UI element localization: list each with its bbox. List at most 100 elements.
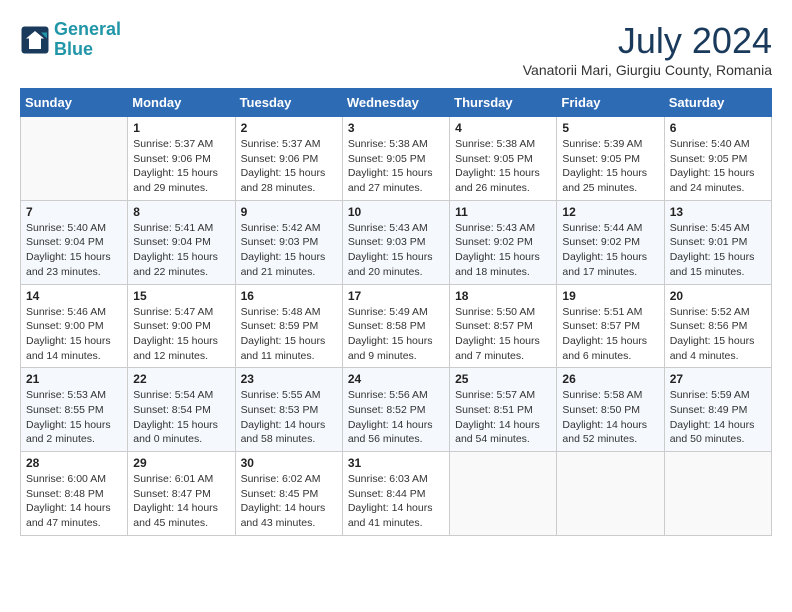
day-number: 4 [455,121,551,135]
day-number: 2 [241,121,337,135]
weekday-header: Monday [128,89,235,117]
calendar-cell: 14 Sunrise: 5:46 AM Sunset: 9:00 PM Dayli… [21,284,128,368]
day-info: Sunrise: 5:40 AM Sunset: 9:05 PM Dayligh… [670,137,766,196]
day-info: Sunrise: 5:53 AM Sunset: 8:55 PM Dayligh… [26,388,122,447]
calendar-cell: 19 Sunrise: 5:51 AM Sunset: 8:57 PM Dayli… [557,284,664,368]
day-info: Sunrise: 5:47 AM Sunset: 9:00 PM Dayligh… [133,305,229,364]
day-number: 17 [348,289,444,303]
calendar-cell [450,452,557,536]
calendar-header-row: SundayMondayTuesdayWednesdayThursdayFrid… [21,89,772,117]
day-number: 9 [241,205,337,219]
day-info: Sunrise: 5:49 AM Sunset: 8:58 PM Dayligh… [348,305,444,364]
day-info: Sunrise: 5:45 AM Sunset: 9:01 PM Dayligh… [670,221,766,280]
calendar-cell: 31Sunrise: 6:03 AM Sunset: 8:44 PM Dayli… [342,452,449,536]
day-info: Sunrise: 5:37 AM Sunset: 9:06 PM Dayligh… [133,137,229,196]
day-number: 25 [455,372,551,386]
calendar-cell: 18 Sunrise: 5:50 AM Sunset: 8:57 PM Dayli… [450,284,557,368]
day-number: 24 [348,372,444,386]
calendar-cell: 8 Sunrise: 5:41 AM Sunset: 9:04 PM Daylig… [128,200,235,284]
day-number: 22 [133,372,229,386]
weekday-header: Thursday [450,89,557,117]
day-info: Sunrise: 5:38 AM Sunset: 9:05 PM Dayligh… [455,137,551,196]
month-year: July 2024 [523,20,772,62]
calendar-cell: 15 Sunrise: 5:47 AM Sunset: 9:00 PM Dayli… [128,284,235,368]
day-number: 14 [26,289,122,303]
day-number: 21 [26,372,122,386]
calendar-cell: 20Sunrise: 5:52 AM Sunset: 8:56 PM Dayli… [664,284,771,368]
day-info: Sunrise: 5:54 AM Sunset: 8:54 PM Dayligh… [133,388,229,447]
calendar-cell: 22 Sunrise: 5:54 AM Sunset: 8:54 PM Dayli… [128,368,235,452]
day-info: Sunrise: 6:03 AM Sunset: 8:44 PM Dayligh… [348,472,444,531]
logo-text: General Blue [54,20,121,60]
calendar-cell: 9 Sunrise: 5:42 AM Sunset: 9:03 PM Daylig… [235,200,342,284]
day-number: 3 [348,121,444,135]
day-info: Sunrise: 6:00 AM Sunset: 8:48 PM Dayligh… [26,472,122,531]
calendar-cell: 28Sunrise: 6:00 AM Sunset: 8:48 PM Dayli… [21,452,128,536]
day-info: Sunrise: 5:42 AM Sunset: 9:03 PM Dayligh… [241,221,337,280]
calendar-cell: 4 Sunrise: 5:38 AM Sunset: 9:05 PM Daylig… [450,117,557,201]
day-info: Sunrise: 5:59 AM Sunset: 8:49 PM Dayligh… [670,388,766,447]
day-info: Sunrise: 5:41 AM Sunset: 9:04 PM Dayligh… [133,221,229,280]
calendar-week-row: 14 Sunrise: 5:46 AM Sunset: 9:00 PM Dayli… [21,284,772,368]
calendar-cell: 6 Sunrise: 5:40 AM Sunset: 9:05 PM Daylig… [664,117,771,201]
day-info: Sunrise: 6:01 AM Sunset: 8:47 PM Dayligh… [133,472,229,531]
calendar-cell: 26 Sunrise: 5:58 AM Sunset: 8:50 PM Dayli… [557,368,664,452]
calendar-cell: 23Sunrise: 5:55 AM Sunset: 8:53 PM Dayli… [235,368,342,452]
calendar-cell: 3 Sunrise: 5:38 AM Sunset: 9:05 PM Daylig… [342,117,449,201]
calendar-cell: 25 Sunrise: 5:57 AM Sunset: 8:51 PM Dayli… [450,368,557,452]
day-info: Sunrise: 5:58 AM Sunset: 8:50 PM Dayligh… [562,388,658,447]
day-number: 29 [133,456,229,470]
day-info: Sunrise: 5:46 AM Sunset: 9:00 PM Dayligh… [26,305,122,364]
calendar-cell: 29 Sunrise: 6:01 AM Sunset: 8:47 PM Dayli… [128,452,235,536]
day-number: 8 [133,205,229,219]
day-info: Sunrise: 5:56 AM Sunset: 8:52 PM Dayligh… [348,388,444,447]
day-number: 18 [455,289,551,303]
weekday-header: Wednesday [342,89,449,117]
day-info: Sunrise: 5:52 AM Sunset: 8:56 PM Dayligh… [670,305,766,364]
day-number: 19 [562,289,658,303]
day-info: Sunrise: 5:48 AM Sunset: 8:59 PM Dayligh… [241,305,337,364]
day-number: 5 [562,121,658,135]
day-info: Sunrise: 5:51 AM Sunset: 8:57 PM Dayligh… [562,305,658,364]
logo-line1: General [54,19,121,39]
weekday-header: Friday [557,89,664,117]
day-number: 26 [562,372,658,386]
calendar-cell: 12Sunrise: 5:44 AM Sunset: 9:02 PM Dayli… [557,200,664,284]
day-number: 7 [26,205,122,219]
calendar-cell [557,452,664,536]
day-info: Sunrise: 5:43 AM Sunset: 9:03 PM Dayligh… [348,221,444,280]
day-number: 10 [348,205,444,219]
day-info: Sunrise: 5:37 AM Sunset: 9:06 PM Dayligh… [241,137,337,196]
day-info: Sunrise: 5:50 AM Sunset: 8:57 PM Dayligh… [455,305,551,364]
day-info: Sunrise: 5:39 AM Sunset: 9:05 PM Dayligh… [562,137,658,196]
day-info: Sunrise: 5:44 AM Sunset: 9:02 PM Dayligh… [562,221,658,280]
day-number: 6 [670,121,766,135]
day-info: Sunrise: 6:02 AM Sunset: 8:45 PM Dayligh… [241,472,337,531]
day-info: Sunrise: 5:38 AM Sunset: 9:05 PM Dayligh… [348,137,444,196]
day-info: Sunrise: 5:57 AM Sunset: 8:51 PM Dayligh… [455,388,551,447]
calendar-cell: 10 Sunrise: 5:43 AM Sunset: 9:03 PM Dayli… [342,200,449,284]
calendar-cell: 24 Sunrise: 5:56 AM Sunset: 8:52 PM Dayli… [342,368,449,452]
logo-line2: Blue [54,39,93,59]
calendar-cell: 27 Sunrise: 5:59 AM Sunset: 8:49 PM Dayli… [664,368,771,452]
day-number: 11 [455,205,551,219]
calendar-cell [21,117,128,201]
day-number: 27 [670,372,766,386]
day-number: 15 [133,289,229,303]
day-number: 16 [241,289,337,303]
calendar-cell: 11Sunrise: 5:43 AM Sunset: 9:02 PM Dayli… [450,200,557,284]
day-info: Sunrise: 5:40 AM Sunset: 9:04 PM Dayligh… [26,221,122,280]
title-block: July 2024 Vanatorii Mari, Giurgiu County… [523,20,772,78]
calendar-cell: 5 Sunrise: 5:39 AM Sunset: 9:05 PM Daylig… [557,117,664,201]
calendar-table: SundayMondayTuesdayWednesdayThursdayFrid… [20,88,772,536]
calendar-week-row: 7 Sunrise: 5:40 AM Sunset: 9:04 PM Daylig… [21,200,772,284]
weekday-header: Sunday [21,89,128,117]
calendar-cell: 2 Sunrise: 5:37 AM Sunset: 9:06 PM Daylig… [235,117,342,201]
calendar-cell: 21 Sunrise: 5:53 AM Sunset: 8:55 PM Dayli… [21,368,128,452]
calendar-cell: 1Sunrise: 5:37 AM Sunset: 9:06 PM Daylig… [128,117,235,201]
location: Vanatorii Mari, Giurgiu County, Romania [523,62,772,78]
calendar-week-row: 28Sunrise: 6:00 AM Sunset: 8:48 PM Dayli… [21,452,772,536]
weekday-header: Tuesday [235,89,342,117]
calendar-week-row: 21 Sunrise: 5:53 AM Sunset: 8:55 PM Dayli… [21,368,772,452]
day-number: 30 [241,456,337,470]
